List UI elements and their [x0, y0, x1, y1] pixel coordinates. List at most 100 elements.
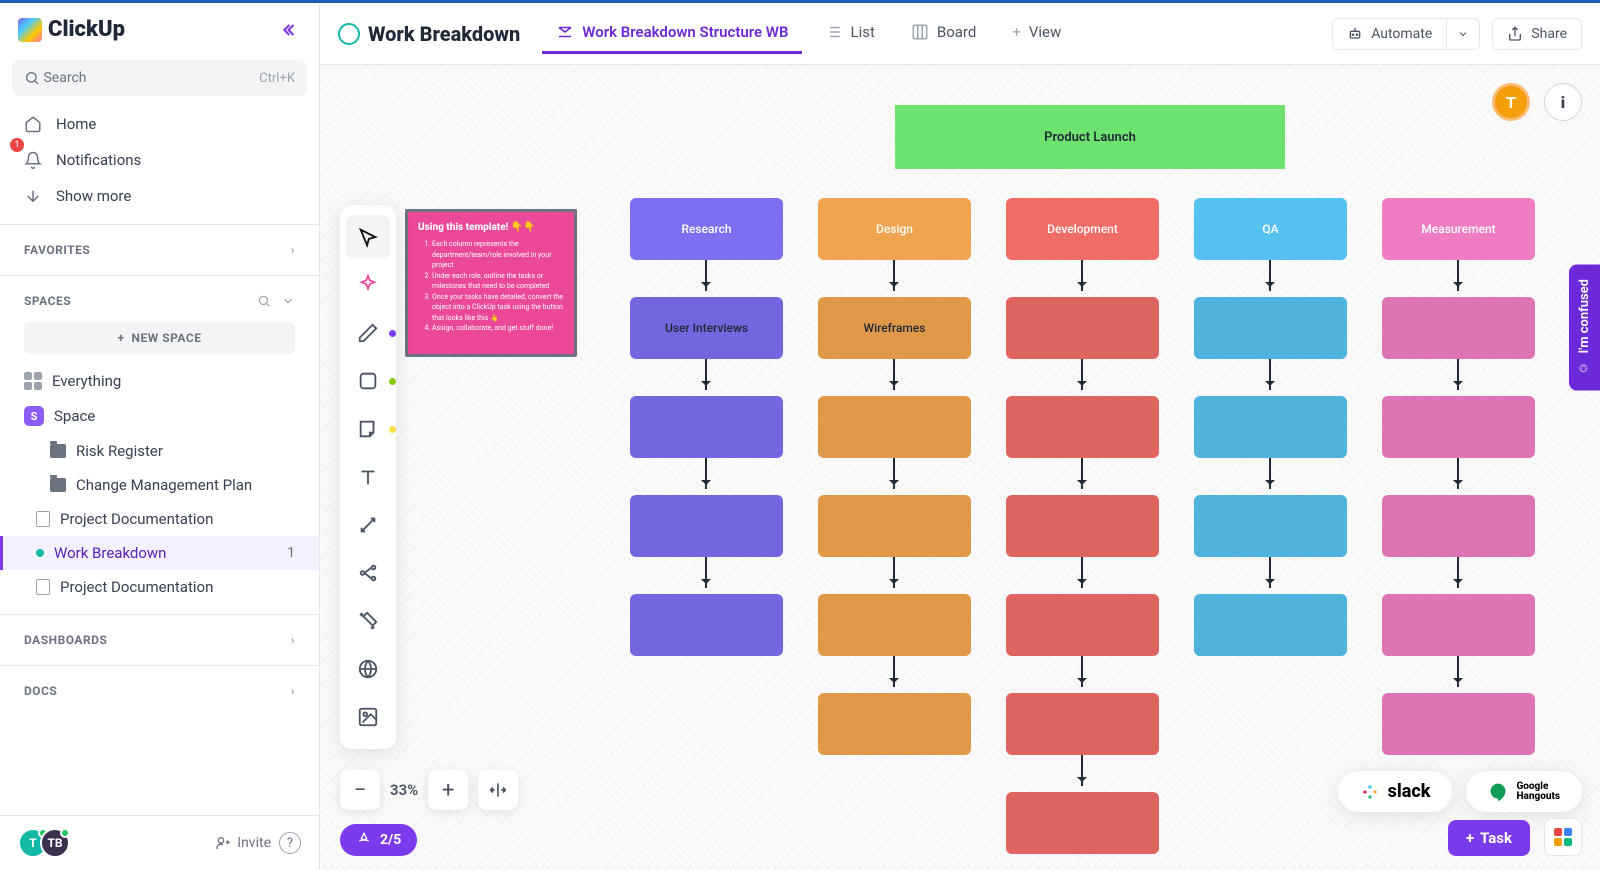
wb-box[interactable] — [818, 594, 971, 656]
main: Work Breakdown Work Breakdown Structure … — [320, 3, 1600, 870]
tool-pen[interactable] — [346, 311, 390, 355]
wb-box[interactable] — [630, 396, 783, 458]
nav-notifications[interactable]: 1 Notifications — [0, 142, 319, 178]
item-count: 1 — [287, 545, 295, 561]
new-task-button[interactable]: + Task — [1448, 820, 1530, 856]
wb-box[interactable]: Design — [818, 198, 971, 260]
feedback-button[interactable]: ☺I'm confused — [1569, 265, 1600, 391]
tool-image[interactable] — [346, 695, 390, 739]
tree-project-doc-1[interactable]: Project Documentation — [0, 502, 319, 536]
folder-icon — [50, 444, 66, 458]
wb-box[interactable] — [1382, 396, 1535, 458]
wb-box[interactable] — [818, 693, 971, 755]
share-button[interactable]: Share — [1492, 18, 1582, 50]
wb-box[interactable] — [1006, 792, 1159, 854]
active-user-avatar[interactable]: T — [1492, 83, 1530, 121]
arrow-icon — [1457, 359, 1459, 390]
tree-everything[interactable]: Everything — [0, 364, 319, 398]
wb-box[interactable]: Research — [630, 198, 783, 260]
wb-box[interactable]: Wireframes — [818, 297, 971, 359]
invite-button[interactable]: Invite — [215, 835, 271, 851]
whiteboard-canvas[interactable]: T i ☺I'm confused — [320, 65, 1600, 870]
apps-button[interactable] — [1544, 818, 1582, 856]
docs-header[interactable]: DOCS › — [0, 676, 319, 706]
tool-sticky[interactable] — [346, 407, 390, 451]
automate-dropdown[interactable] — [1446, 18, 1480, 50]
search-icon[interactable] — [257, 294, 271, 308]
info-button[interactable]: i — [1544, 83, 1582, 121]
wb-box[interactable] — [1382, 297, 1535, 359]
chevron-down-icon[interactable] — [281, 294, 295, 308]
nav-show-more[interactable]: Show more — [0, 178, 319, 214]
tool-shape[interactable] — [346, 359, 390, 403]
sidebar-collapse-button[interactable] — [281, 20, 301, 40]
plus-icon: + — [1012, 23, 1021, 41]
dashboards-header[interactable]: DASHBOARDS › — [0, 625, 319, 655]
wb-box[interactable] — [630, 594, 783, 656]
tree-work-breakdown[interactable]: Work Breakdown 1 — [0, 536, 319, 570]
status-ring-icon[interactable] — [338, 23, 360, 45]
spaces-header[interactable]: SPACES — [0, 286, 319, 316]
wb-box[interactable] — [1382, 495, 1535, 557]
tree-change-mgmt[interactable]: Change Management Plan — [0, 468, 319, 502]
status-dot-icon — [36, 549, 44, 557]
app-logo[interactable]: ClickUp — [18, 17, 125, 42]
tab-list[interactable]: List — [810, 13, 888, 54]
wb-box[interactable]: Measurement — [1382, 198, 1535, 260]
onboarding-progress[interactable]: 2/5 — [340, 824, 417, 856]
tree-project-doc-2[interactable]: Project Documentation — [0, 570, 319, 604]
favorites-header[interactable]: FAVORITES › — [0, 235, 319, 265]
integration-hangouts[interactable]: GoogleHangouts — [1466, 771, 1582, 812]
board-icon — [911, 23, 929, 41]
rocket-icon — [356, 832, 372, 848]
nav-home[interactable]: Home — [0, 106, 319, 142]
tool-connector[interactable] — [346, 503, 390, 547]
wb-box[interactable] — [630, 495, 783, 557]
wb-box[interactable] — [1382, 594, 1535, 656]
zoom-fit-button[interactable] — [478, 770, 518, 810]
search-input[interactable]: Search Ctrl+K — [12, 60, 307, 96]
wb-box[interactable] — [818, 495, 971, 557]
wb-box[interactable] — [1194, 297, 1347, 359]
wb-box[interactable] — [1006, 495, 1159, 557]
arrow-icon — [1269, 260, 1271, 291]
wb-box[interactable] — [1194, 594, 1347, 656]
tool-magic[interactable] — [346, 599, 390, 643]
wb-box[interactable] — [1006, 594, 1159, 656]
avatar: TB — [40, 828, 70, 858]
wb-box[interactable]: Development — [1006, 198, 1159, 260]
whiteboard-toolbar — [340, 205, 396, 749]
instructions-note[interactable]: Using this template! 👇👇 Each column repr… — [405, 209, 577, 357]
zoom-out-button[interactable]: − — [340, 770, 380, 810]
zoom-in-button[interactable]: + — [428, 770, 468, 810]
tool-text[interactable] — [346, 455, 390, 499]
chevron-right-icon: › — [291, 243, 295, 257]
wb-box[interactable]: User Interviews — [630, 297, 783, 359]
automate-button[interactable]: Automate — [1332, 18, 1446, 50]
tool-select[interactable] — [346, 215, 390, 259]
topbar: Work Breakdown Work Breakdown Structure … — [320, 3, 1600, 65]
wb-box[interactable] — [1382, 693, 1535, 755]
wb-box[interactable]: QA — [1194, 198, 1347, 260]
user-avatars[interactable]: T TB — [18, 828, 70, 858]
tool-mindmap[interactable] — [346, 551, 390, 595]
tool-ai[interactable] — [346, 263, 390, 307]
wb-box[interactable] — [1006, 693, 1159, 755]
tool-web[interactable] — [346, 647, 390, 691]
wb-header-box[interactable]: Product Launch — [895, 105, 1285, 169]
integration-slack[interactable]: slack — [1338, 771, 1453, 812]
add-view-button[interactable]: + View — [998, 13, 1075, 54]
tree-space[interactable]: S Space — [0, 398, 319, 434]
help-button[interactable]: ? — [279, 832, 301, 854]
wb-box[interactable] — [1006, 297, 1159, 359]
wb-box[interactable] — [818, 396, 971, 458]
home-icon — [24, 115, 42, 133]
page-title: Work Breakdown — [368, 22, 520, 46]
tab-board[interactable]: Board — [897, 13, 990, 54]
wb-box[interactable] — [1006, 396, 1159, 458]
tree-risk-register[interactable]: Risk Register — [0, 434, 319, 468]
wb-box[interactable] — [1194, 495, 1347, 557]
tab-whiteboard[interactable]: Work Breakdown Structure WB — [542, 13, 802, 54]
wb-box[interactable] — [1194, 396, 1347, 458]
new-space-button[interactable]: + NEW SPACE — [24, 322, 295, 354]
